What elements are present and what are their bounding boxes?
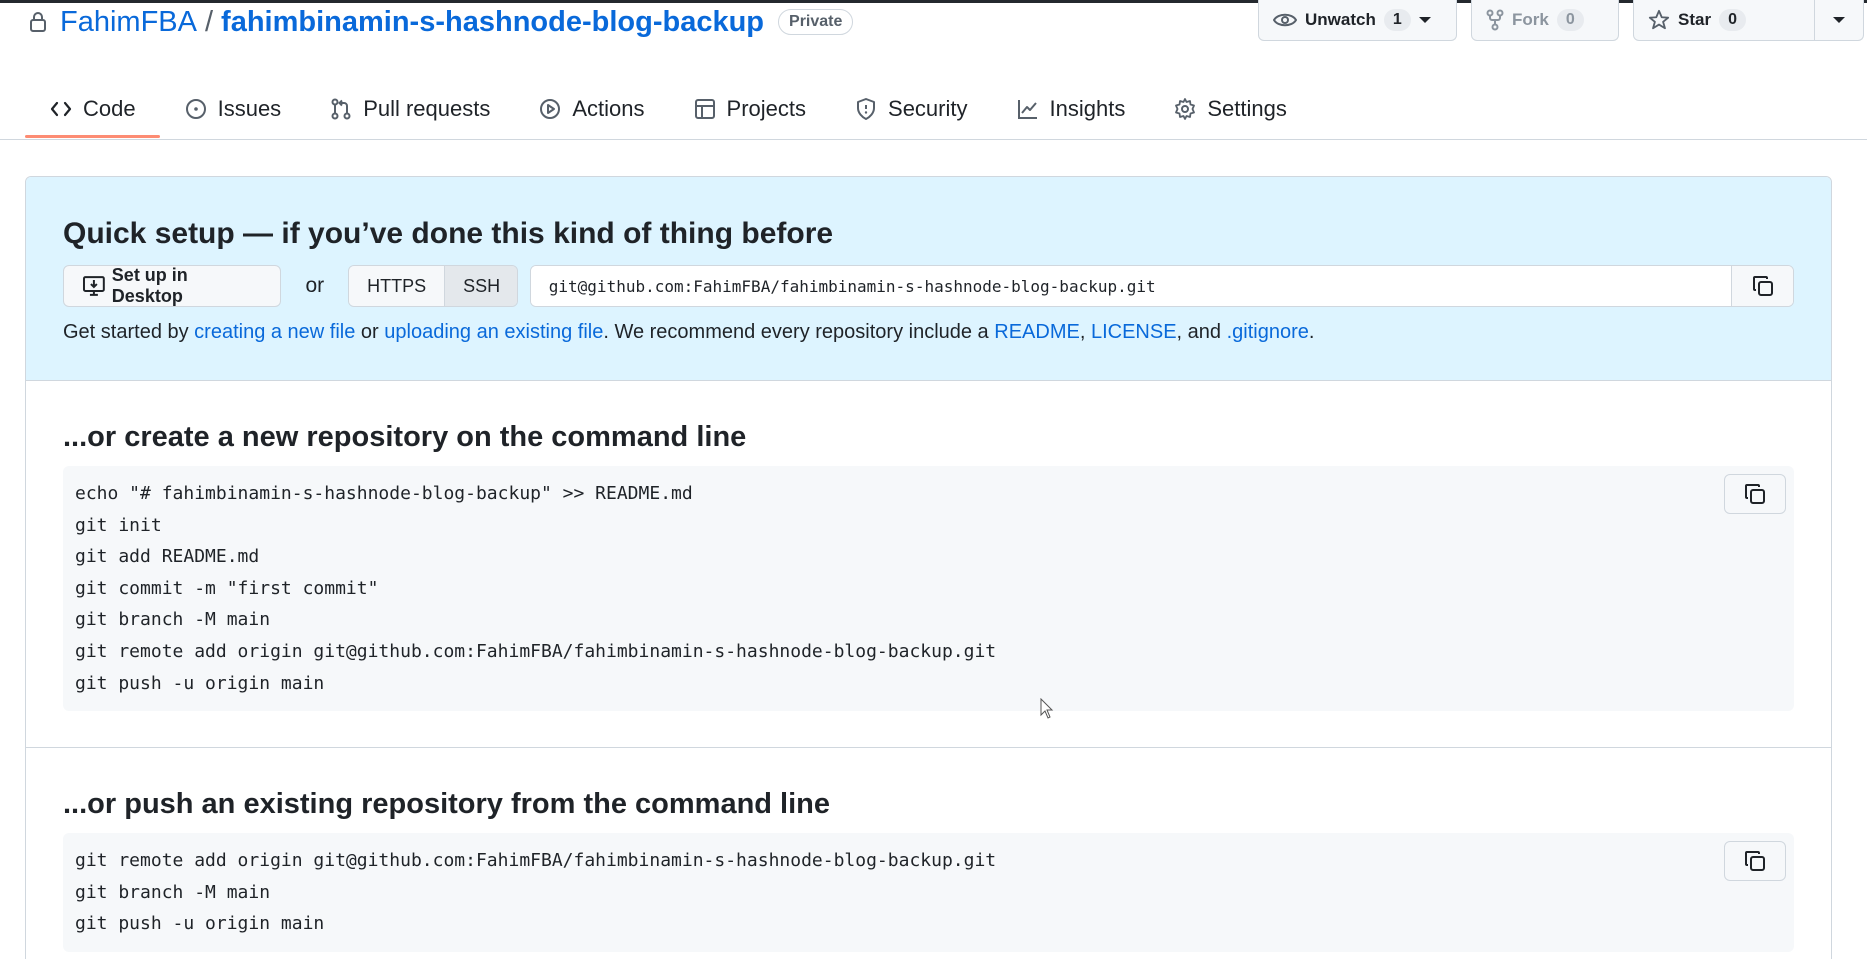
issue-icon <box>185 99 206 119</box>
create-repo-section: ...or create a new repository on the com… <box>26 381 1831 712</box>
protocol-toggle: HTTPS SSH <box>348 265 518 307</box>
shield-icon <box>857 98 876 120</box>
eye-icon <box>1273 13 1297 27</box>
or-text: or <box>305 274 325 297</box>
readme-link[interactable]: README <box>994 321 1080 343</box>
license-link[interactable]: LICENSE <box>1091 321 1177 343</box>
repo-name-link[interactable]: fahimbinamin-s-hashnode-blog-backup <box>221 6 764 39</box>
tab-label: Code <box>83 96 136 121</box>
tab-projects[interactable]: Projects <box>669 80 830 138</box>
watch-button-group: Unwatch 1 <box>1258 0 1457 41</box>
mouse-cursor-icon <box>1040 698 1054 719</box>
star-button[interactable]: Star 0 <box>1634 0 1814 40</box>
pull-request-icon <box>331 98 351 120</box>
fork-icon <box>1486 9 1504 31</box>
code-icon <box>50 101 72 117</box>
path-separator: / <box>204 5 214 38</box>
star-icon <box>1648 9 1670 30</box>
copy-icon <box>1745 484 1765 504</box>
copy-push-commands-button[interactable] <box>1724 841 1786 882</box>
setup-desktop-label: Set up in Desktop <box>111 265 188 306</box>
intro-text: , and <box>1176 321 1227 343</box>
setup-box: Quick setup — if you’ve done this kind o… <box>25 176 1832 959</box>
intro-text: . We recommend every repository include … <box>603 321 995 343</box>
tab-insights[interactable]: Insights <box>992 80 1150 138</box>
desktop-download-icon <box>82 276 105 296</box>
chevron-down-icon <box>1833 17 1845 23</box>
tab-label: Insights <box>1049 96 1126 121</box>
intro-text: or <box>355 321 385 343</box>
tab-label: Settings <box>1207 96 1287 121</box>
star-button-group: Star 0 <box>1633 0 1864 41</box>
watch-label: Unwatch <box>1305 10 1376 29</box>
push-repo-title: ...or push an existing repository from t… <box>63 788 831 821</box>
push-repo-code: git remote add origin git@github.com:Fah… <box>63 833 1794 952</box>
create-repo-code: echo "# fahimbinamin-s-hashnode-blog-bac… <box>63 466 1794 712</box>
gear-icon <box>1175 98 1196 120</box>
repo-nav: Code Issues Pull requests Actions Projec… <box>25 80 1311 138</box>
watch-count: 1 <box>1383 9 1411 31</box>
upload-file-link[interactable]: uploading an existing file <box>384 321 603 343</box>
tab-security[interactable]: Security <box>830 80 991 138</box>
tab-label: Projects <box>726 96 807 121</box>
tab-label: Security <box>888 96 968 121</box>
quick-setup-title: Quick setup — if you’ve done this kind o… <box>63 217 834 250</box>
lock-icon <box>30 12 46 32</box>
push-repo-section: ...or push an existing repository from t… <box>26 748 1831 952</box>
graph-icon <box>1017 100 1037 119</box>
clone-url-input[interactable]: git@github.com:FahimFBA/fahimbinamin-s-h… <box>530 266 1731 306</box>
tab-label: Issues <box>217 96 282 121</box>
create-file-link[interactable]: creating a new file <box>194 321 355 343</box>
repo-owner-link[interactable]: FahimFBA <box>60 6 197 39</box>
create-repo-title: ...or create a new repository on the com… <box>63 421 747 453</box>
gitignore-link[interactable]: .gitignore <box>1227 321 1309 343</box>
repo-header: FahimFBA / fahimbinamin-s-hashnode-blog-… <box>30 4 854 40</box>
tab-actions[interactable]: Actions <box>514 80 668 138</box>
push-repo-commands: git remote add origin git@github.com:Fah… <box>75 850 997 935</box>
tab-issues[interactable]: Issues <box>160 80 306 138</box>
tab-pull-requests[interactable]: Pull requests <box>305 80 514 138</box>
fork-button[interactable]: Fork 0 <box>1472 0 1618 40</box>
intro-text: . <box>1308 321 1315 343</box>
quick-setup-panel: Quick setup — if you’ve done this kind o… <box>26 177 1831 381</box>
create-repo-commands: echo "# fahimbinamin-s-hashnode-blog-bac… <box>75 483 997 694</box>
copy-create-commands-button[interactable] <box>1724 474 1786 514</box>
intro-text: Get started by <box>63 321 195 343</box>
fork-count: 0 <box>1556 9 1584 31</box>
quick-setup-intro: Get started by creating a new file or up… <box>63 321 1794 344</box>
nav-divider <box>0 139 1867 140</box>
clone-url-field: git@github.com:FahimFBA/fahimbinamin-s-h… <box>529 265 1794 307</box>
tab-code[interactable]: Code <box>25 80 160 138</box>
tab-label: Pull requests <box>363 96 491 121</box>
copy-url-button[interactable] <box>1731 266 1793 306</box>
https-button[interactable]: HTTPS <box>349 266 445 306</box>
tab-settings[interactable]: Settings <box>1149 80 1311 138</box>
play-icon <box>540 99 561 119</box>
copy-icon <box>1752 276 1773 296</box>
clone-row: Set up in Desktop or HTTPS SSH git@githu… <box>63 265 1794 307</box>
unwatch-button[interactable]: Unwatch 1 <box>1259 0 1456 40</box>
star-label: Star <box>1678 10 1712 29</box>
ssh-button[interactable]: SSH <box>444 266 517 306</box>
star-count: 0 <box>1719 9 1746 31</box>
copy-icon <box>1745 851 1765 872</box>
chevron-down-icon <box>1418 17 1431 23</box>
visibility-badge: Private <box>778 9 854 35</box>
tab-label: Actions <box>572 96 645 121</box>
intro-text: , <box>1079 321 1091 343</box>
fork-label: Fork <box>1512 10 1549 29</box>
table-icon <box>694 99 715 119</box>
fork-button-group: Fork 0 <box>1471 0 1619 41</box>
setup-desktop-button[interactable]: Set up in Desktop <box>63 265 282 307</box>
star-dropdown-button[interactable] <box>1814 0 1863 40</box>
